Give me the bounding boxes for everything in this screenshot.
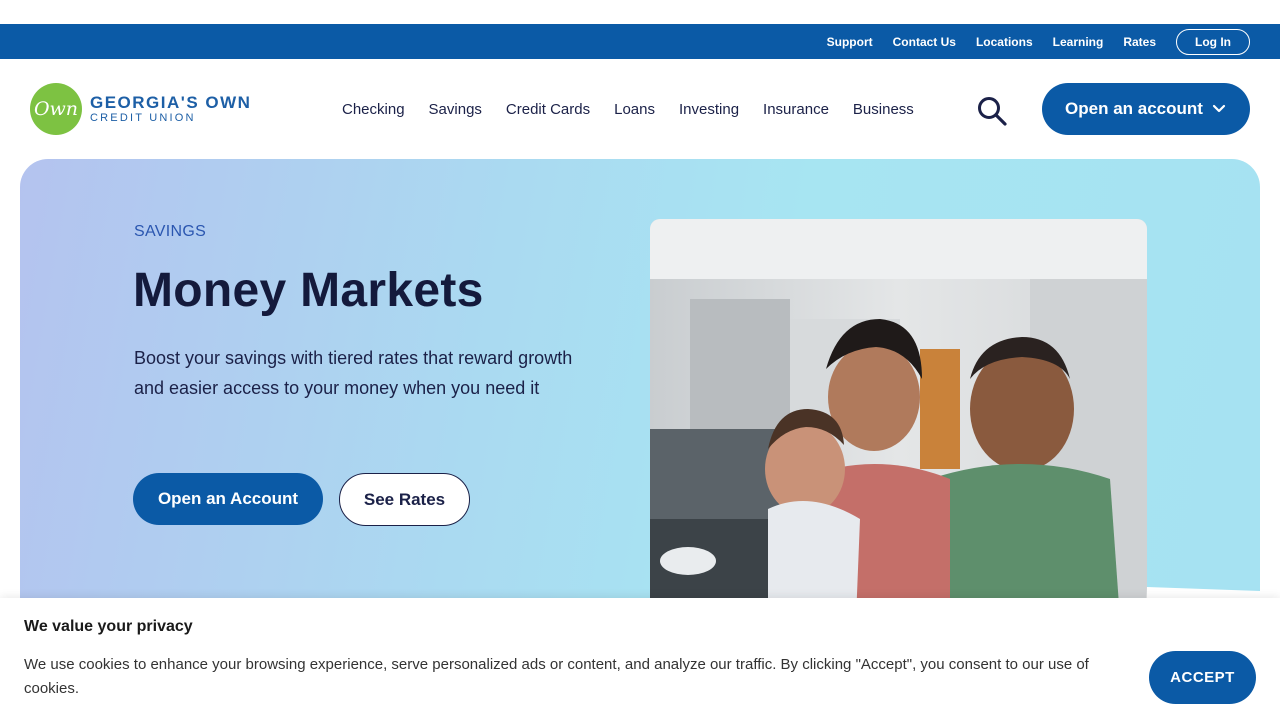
hero-description: Boost your savings with tiered rates tha… [134, 348, 573, 398]
utility-link-learning[interactable]: Learning [1053, 35, 1104, 49]
logo-subname: CREDIT UNION [90, 111, 196, 124]
cookie-banner: We value your privacy We use cookies to … [0, 598, 1280, 720]
nav-link-loans[interactable]: Loans [614, 101, 655, 118]
logo[interactable]: Own GEORGIA'S OWN CREDIT UNION [30, 83, 251, 135]
chevron-down-icon [1212, 104, 1226, 113]
search-icon[interactable] [976, 95, 1008, 127]
open-account-dropdown-button[interactable]: Open an account [1042, 83, 1250, 135]
hero-family-photo [650, 219, 1147, 619]
nav-link-checking[interactable]: Checking [342, 101, 405, 118]
primary-nav-links: Checking Savings Credit Cards Loans Inve… [330, 59, 926, 159]
utility-link-rates[interactable]: Rates [1123, 35, 1156, 49]
log-in-button[interactable]: Log In [1176, 28, 1250, 55]
hero-section: SAVINGS Money Markets Boost your savings… [20, 159, 1260, 629]
nav-link-savings[interactable]: Savings [429, 101, 482, 118]
top-spacer [0, 0, 1280, 24]
open-account-label: Open an account [1065, 99, 1203, 118]
utility-link-support[interactable]: Support [827, 35, 873, 49]
utility-bar: Support Contact Us Locations Learning Ra… [0, 24, 1280, 59]
logo-text: GEORGIA'S OWN CREDIT UNION [90, 92, 252, 125]
open-an-account-button[interactable]: Open an Account [133, 473, 323, 525]
nav-link-investing[interactable]: Investing [679, 101, 739, 118]
utility-link-contact-us[interactable]: Contact Us [893, 35, 956, 49]
see-rates-button[interactable]: See Rates [339, 473, 470, 526]
accept-cookies-button[interactable]: ACCEPT [1149, 651, 1256, 704]
page-title: Money Markets [133, 264, 484, 317]
cookie-banner-text: We use cookies to enhance your browsing … [24, 656, 1089, 697]
logo-mark: Own [30, 83, 82, 135]
main-nav: Own GEORGIA'S OWN CREDIT UNION Checking … [0, 59, 1280, 159]
cookie-banner-title: We value your privacy [24, 618, 193, 635]
nav-link-credit-cards[interactable]: Credit Cards [506, 101, 590, 118]
nav-link-business[interactable]: Business [853, 101, 914, 118]
nav-link-insurance[interactable]: Insurance [763, 101, 829, 118]
logo-name: GEORGIA'S OWN [90, 92, 252, 112]
hero-eyebrow: SAVINGS [134, 223, 207, 240]
utility-link-locations[interactable]: Locations [976, 35, 1033, 49]
